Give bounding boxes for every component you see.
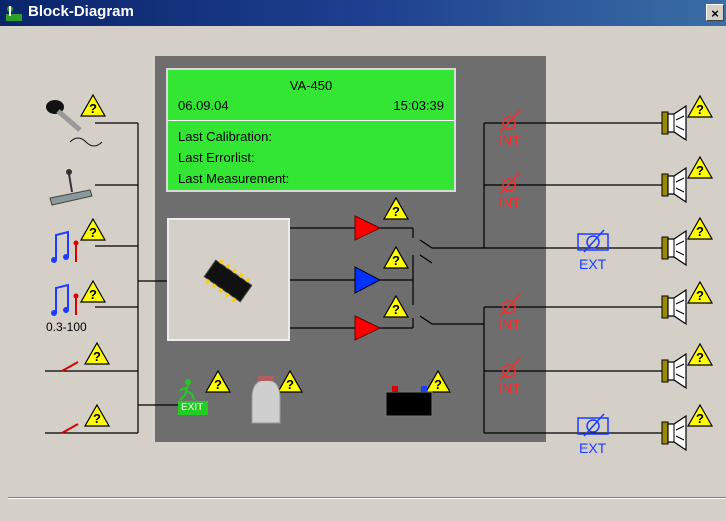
diagram-wiring: ? xyxy=(45,94,713,451)
warning-icon[interactable] xyxy=(80,218,106,241)
range-label: 0.3-100 xyxy=(46,320,87,334)
switch-icon[interactable] xyxy=(61,361,79,372)
volume-control-icon[interactable] xyxy=(499,357,521,381)
speaker-icon[interactable] xyxy=(661,289,687,325)
zone-int-3: INT xyxy=(498,316,521,332)
warning-icon[interactable] xyxy=(687,95,713,118)
block-diagram-window: Block-Diagram × VA-450 06.09.04 15:03:39… xyxy=(0,0,726,521)
warning-icon[interactable] xyxy=(687,281,713,304)
amplifier-2[interactable] xyxy=(354,266,382,294)
warning-icon[interactable] xyxy=(687,217,713,240)
zone-ext-2: EXT xyxy=(579,440,607,456)
warning-icon[interactable] xyxy=(687,156,713,179)
music-tone-icon[interactable] xyxy=(51,230,79,263)
desk-microphone-icon[interactable] xyxy=(49,169,93,206)
music-tone-range-icon[interactable] xyxy=(51,283,79,316)
switch-icon[interactable] xyxy=(61,423,79,434)
zone-int-2: INT xyxy=(498,194,521,210)
status-bar xyxy=(8,497,726,521)
volume-control-icon[interactable] xyxy=(499,293,521,317)
zone-ext-1: EXT xyxy=(579,256,607,272)
warning-icon[interactable] xyxy=(425,370,451,393)
volume-control-icon[interactable] xyxy=(499,171,521,195)
speaker-icon[interactable] xyxy=(661,167,687,203)
speaker-icon[interactable] xyxy=(661,415,687,451)
warning-icon[interactable] xyxy=(277,370,303,393)
amplifier-3[interactable] xyxy=(354,315,382,341)
volume-control-icon[interactable] xyxy=(499,109,521,133)
warning-icon[interactable] xyxy=(80,94,106,117)
warning-icon[interactable] xyxy=(80,280,106,303)
warning-icon[interactable] xyxy=(687,343,713,366)
speaker-icon[interactable] xyxy=(661,230,687,266)
warning-icon[interactable] xyxy=(205,370,231,393)
warning-icon[interactable] xyxy=(84,404,110,427)
battery-icon[interactable] xyxy=(385,386,433,417)
warning-icon[interactable] xyxy=(383,197,409,220)
warning-icon[interactable] xyxy=(383,246,409,269)
chip-icon[interactable] xyxy=(202,257,254,305)
volume-control-icon[interactable] xyxy=(577,229,609,253)
zone-int-1: INT xyxy=(498,132,521,148)
exit-label: EXIT xyxy=(181,402,204,413)
amplifier-1[interactable] xyxy=(354,215,382,241)
speaker-icon[interactable] xyxy=(661,105,687,141)
speaker-icon[interactable] xyxy=(661,353,687,389)
zone-int-4: INT xyxy=(498,380,521,396)
bell-icon[interactable] xyxy=(251,376,281,424)
warning-icon[interactable] xyxy=(383,295,409,318)
warning-icon[interactable] xyxy=(84,342,110,365)
warning-icon[interactable] xyxy=(687,404,713,427)
